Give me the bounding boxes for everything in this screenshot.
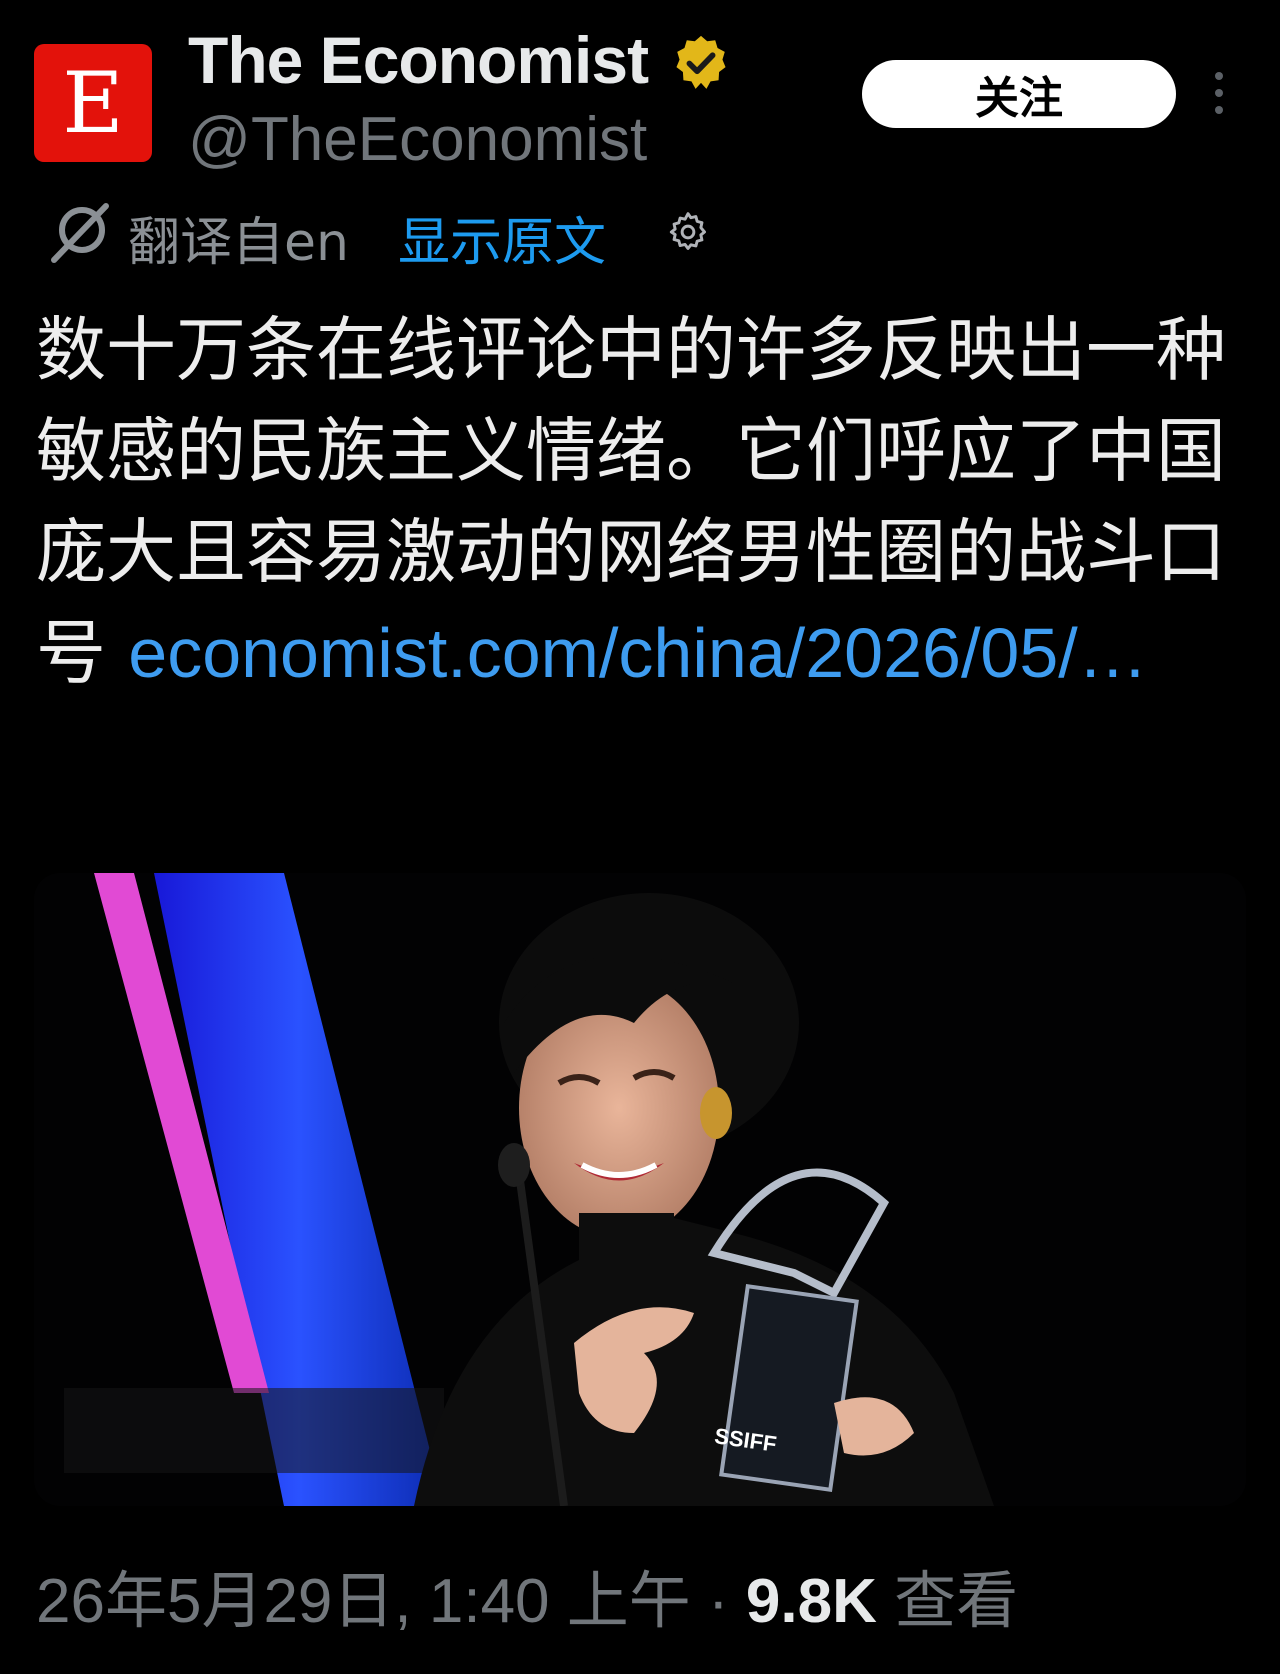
translated-from-label: 翻译自en <box>128 213 349 273</box>
tweet-photo[interactable]: SSIFF <box>34 873 1246 1506</box>
views-count[interactable]: 9.8K <box>746 1567 877 1636</box>
tweet-meta: 26年5月29日, 1:40 上午 · 9.8K 查看 <box>36 1550 1018 1640</box>
show-original-link[interactable]: 显示原文 <box>398 200 606 275</box>
account-handle[interactable]: @TheEconomist <box>188 104 647 175</box>
views-label: 查看 <box>876 1567 1019 1636</box>
meta-separator: · <box>690 1567 746 1636</box>
follow-button[interactable]: 关注 <box>862 60 1176 128</box>
account-avatar[interactable]: E <box>34 44 152 162</box>
display-name[interactable]: The Economist <box>188 22 649 98</box>
translate-icon <box>51 203 109 263</box>
verified-badge-icon <box>676 35 726 89</box>
gear-icon[interactable] <box>666 210 710 254</box>
more-vertical-icon[interactable] <box>1212 72 1226 114</box>
tweet-timestamp[interactable]: 26年5月29日, 1:40 上午 <box>36 1567 691 1636</box>
tweet-text: 数十万条在线评论中的许多反映出一种敏感的民族主义情绪。它们呼应了中国庞大且容易激… <box>36 300 1246 704</box>
tweet-link[interactable]: economist.com/china/2026/05/… <box>128 614 1147 692</box>
avatar-letter: E <box>62 54 124 152</box>
